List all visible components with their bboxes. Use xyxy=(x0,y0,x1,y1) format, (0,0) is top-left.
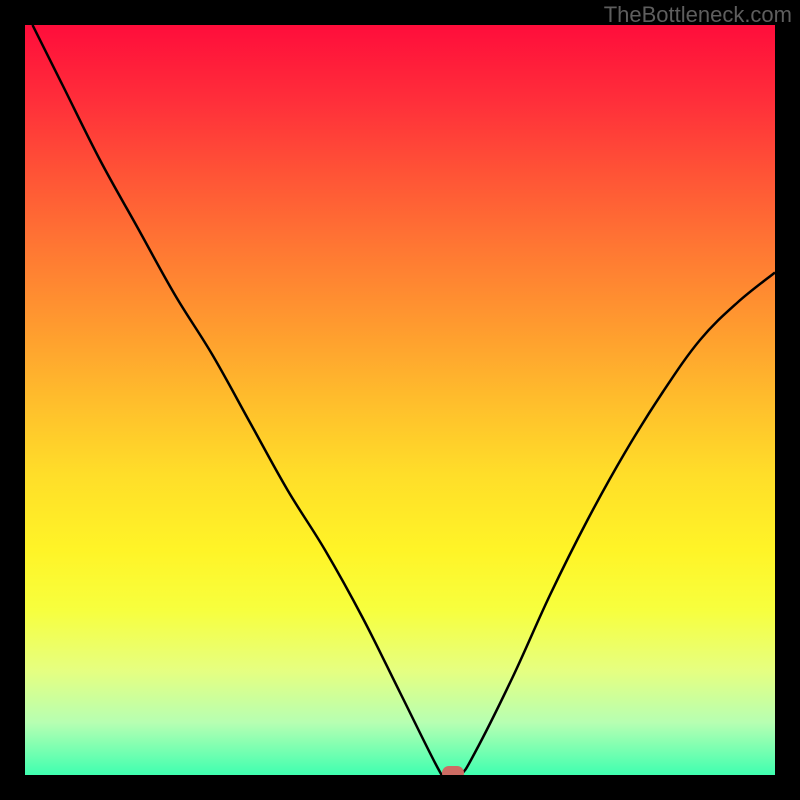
plot-area xyxy=(25,25,775,775)
chart-curve xyxy=(33,25,776,775)
watermark-text: TheBottleneck.com xyxy=(604,2,792,28)
curve-svg xyxy=(25,25,775,775)
minimum-marker xyxy=(442,766,464,775)
